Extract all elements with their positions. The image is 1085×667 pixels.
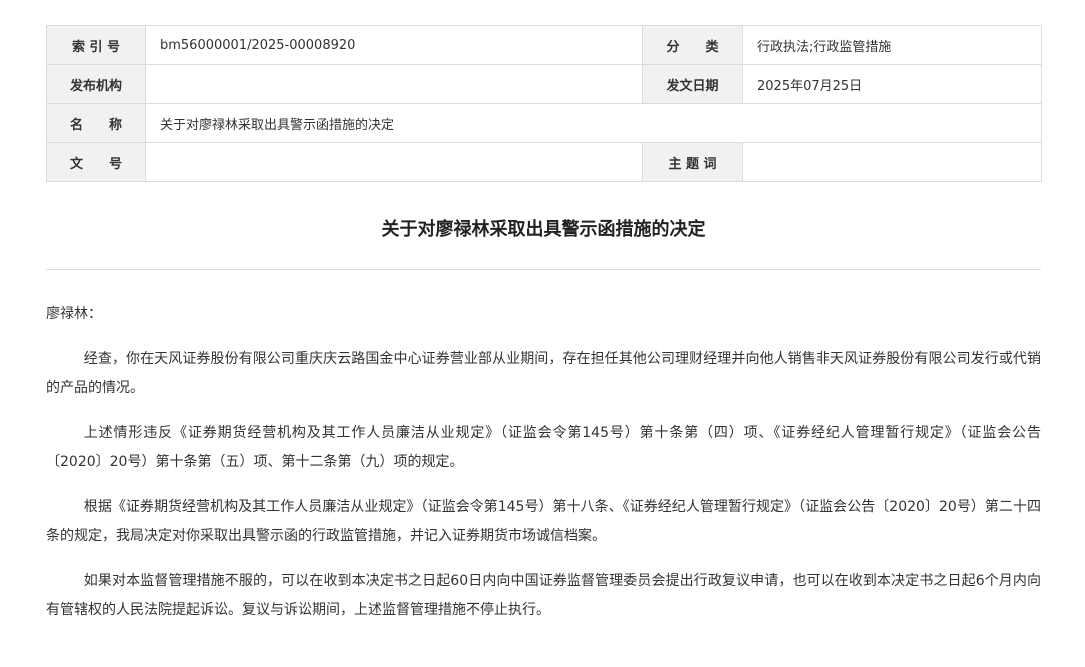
metadata-table: 索 引 号 bm56000001/2025-00008920 分 类 行政执法;…	[46, 25, 1042, 182]
date-label: 发文日期	[642, 64, 743, 104]
metadata-row: 索 引 号 bm56000001/2025-00008920 分 类 行政执法;…	[46, 25, 1042, 65]
title-divider	[46, 269, 1041, 270]
greeting: 廖禄林：	[46, 306, 102, 322]
body-paragraph: 如果对本监督管理措施不服的，可以在收到本决定书之日起60日内向中国证券监督管理委…	[46, 573, 1041, 618]
category-label: 分 类	[642, 25, 743, 65]
document-page: 索 引 号 bm56000001/2025-00008920 分 类 行政执法;…	[46, 25, 1042, 618]
docno-label: 文 号	[46, 142, 146, 182]
date-value: 2025年07月25日	[742, 64, 1042, 104]
index-value: bm56000001/2025-00008920	[145, 25, 643, 65]
subject-value	[742, 142, 1042, 182]
category-value: 行政执法;行政监管措施	[742, 25, 1042, 65]
body-paragraph: 根据《证券期货经营机构及其工作人员廉洁从业规定》（证监会令第145号）第十八条、…	[46, 499, 1041, 544]
publisher-value	[145, 64, 643, 104]
metadata-row: 名 称 关于对廖禄林采取出具警示函措施的决定	[46, 103, 1042, 143]
metadata-row: 文 号 主 题 词	[46, 142, 1042, 182]
subject-label: 主 题 词	[642, 142, 743, 182]
document-body: 廖禄林： 经查，你在天风证券股份有限公司重庆庆云路国金中心证券营业部从业期间，存…	[46, 300, 1041, 641]
body-paragraph: 经查，你在天风证券股份有限公司重庆庆云路国金中心证券营业部从业期间，存在担任其他…	[46, 351, 1041, 396]
docno-value	[145, 142, 643, 182]
name-value: 关于对廖禄林采取出具警示函措施的决定	[145, 103, 1042, 143]
publisher-label: 发布机构	[46, 64, 146, 104]
index-label: 索 引 号	[46, 25, 146, 65]
body-paragraph: 上述情形违反《证券期货经营机构及其工作人员廉洁从业规定》（证监会令第145号）第…	[46, 425, 1041, 470]
metadata-row: 发布机构 发文日期 2025年07月25日	[46, 64, 1042, 104]
name-label: 名 称	[46, 103, 146, 143]
document-title: 关于对廖禄林采取出具警示函措施的决定	[381, 219, 706, 240]
